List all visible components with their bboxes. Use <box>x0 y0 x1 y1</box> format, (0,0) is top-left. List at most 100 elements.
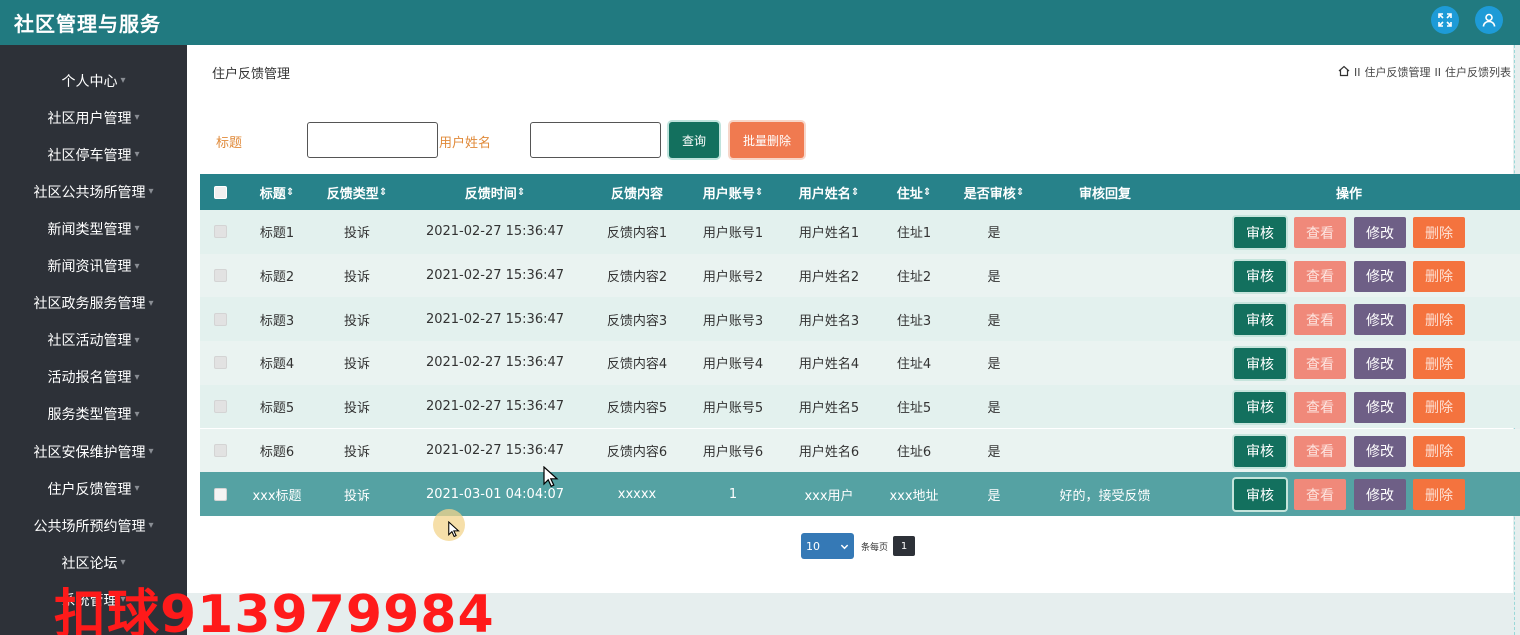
edit-button[interactable]: 修改 <box>1354 435 1406 467</box>
row-checkbox[interactable] <box>200 297 240 341</box>
page-number-current[interactable]: 1 <box>893 536 916 556</box>
fullscreen-icon[interactable] <box>1431 6 1459 34</box>
cell-user-name: 用户姓名5 <box>798 401 860 417</box>
header-user-account[interactable]: 用户账号 ⇕ <box>684 174 782 210</box>
review-button[interactable]: 审核 <box>1234 479 1286 511</box>
header-user-name[interactable]: 用户姓名 ⇕ <box>782 174 876 210</box>
table-row[interactable]: 标题4 投诉 2021-02-27 15:36:47 反馈内容4 用户账号4 用户姓名4 住… <box>200 341 1520 385</box>
delete-button[interactable]: 删除 <box>1413 217 1465 248</box>
home-icon[interactable] <box>1338 65 1350 80</box>
cell-title: 标题3 <box>259 313 295 329</box>
view-button[interactable]: 查看 <box>1294 304 1346 336</box>
sidebar-item-label: 社区安保维护管理 <box>33 444 146 461</box>
cell-feedback-content: 反馈内容3 <box>606 313 668 329</box>
header-address[interactable]: 住址 ⇕ <box>876 174 952 210</box>
delete-button[interactable]: 删除 <box>1413 260 1465 292</box>
cell-user-name: 用户姓名3 <box>798 313 860 329</box>
edit-button[interactable]: 修改 <box>1354 217 1406 248</box>
edit-button[interactable]: 修改 <box>1354 260 1406 292</box>
sidebar-item[interactable]: 公共场所预约管理 ▾ <box>0 507 187 544</box>
sidebar-item[interactable]: 社区安保维护管理 ▾ <box>0 433 187 470</box>
cell-feedback-type: 投诉 <box>343 488 370 504</box>
table-row[interactable]: 标题1 投诉 2021-02-27 15:36:47 反馈内容1 用户账号1 用户姓名1 住… <box>200 210 1520 254</box>
row-checkbox[interactable] <box>200 385 240 429</box>
header-feedback-time[interactable]: 反馈时间 ⇕ <box>400 174 590 210</box>
edit-button[interactable]: 修改 <box>1354 391 1406 423</box>
sidebar-item[interactable]: 新闻资讯管理 ▾ <box>0 248 187 285</box>
cell-user-account: 用户账号2 <box>702 270 764 286</box>
sidebar-item[interactable]: 服务类型管理 ▾ <box>0 396 187 433</box>
edit-button[interactable]: 修改 <box>1354 304 1406 336</box>
cell-review-reply <box>1036 254 1174 298</box>
row-checkbox[interactable] <box>200 472 240 516</box>
sidebar-item[interactable]: 社区政务服务管理 ▾ <box>0 285 187 322</box>
row-checkbox[interactable] <box>200 341 240 385</box>
cell-review-reply <box>1036 429 1174 473</box>
row-checkbox[interactable] <box>200 210 240 254</box>
cell-feedback-content: 反馈内容6 <box>606 444 668 460</box>
sidebar-item-label: 社区论坛 <box>61 555 118 572</box>
view-button[interactable]: 查看 <box>1294 479 1346 511</box>
row-checkbox[interactable] <box>200 429 240 473</box>
username-input[interactable] <box>530 122 661 158</box>
sidebar-item-label: 社区活动管理 <box>47 333 132 350</box>
sidebar-item[interactable]: 住户反馈管理 ▾ <box>0 470 187 507</box>
sidebar-item-label: 新闻资讯管理 <box>47 259 132 275</box>
sidebar-item[interactable]: 新闻类型管理 ▾ <box>0 210 187 247</box>
breadcrumb: II 住户反馈管理 II 住户反馈列表 <box>1338 64 1511 80</box>
sidebar-item[interactable]: 社区停车管理 ▾ <box>0 136 187 173</box>
cell-feedback-time: 2021-02-27 15:36:47 <box>425 355 565 371</box>
caret-down-icon: ▾ <box>120 557 126 569</box>
edit-button[interactable]: 修改 <box>1354 348 1406 380</box>
cell-address: 住址5 <box>896 401 932 417</box>
cell-user-name: 用户姓名1 <box>798 226 860 242</box>
review-button[interactable]: 审核 <box>1234 435 1286 467</box>
table-row[interactable]: 标题3 投诉 2021-02-27 15:36:47 反馈内容3 用户账号3 用户姓名3 住… <box>200 297 1520 342</box>
sidebar-item[interactable]: 社区活动管理 ▾ <box>0 322 187 359</box>
view-button[interactable]: 查看 <box>1294 348 1346 380</box>
title-input[interactable] <box>307 122 438 158</box>
view-button[interactable]: 查看 <box>1294 391 1346 423</box>
review-button[interactable]: 审核 <box>1234 348 1286 380</box>
delete-button[interactable]: 删除 <box>1413 304 1465 336</box>
review-button[interactable]: 审核 <box>1234 304 1286 336</box>
page-size-select[interactable]: 10 <box>801 533 854 559</box>
select-all-checkbox[interactable] <box>200 174 240 210</box>
caret-down-icon: ▾ <box>148 297 154 309</box>
cell-reviewed: 是 <box>987 488 1001 504</box>
sidebar-item[interactable]: 个人中心 ▾ <box>0 62 187 99</box>
delete-button[interactable]: 删除 <box>1413 391 1465 423</box>
header-feedback-type[interactable]: 反馈类型 ⇕ <box>314 174 400 210</box>
row-checkbox[interactable] <box>200 254 240 298</box>
delete-button[interactable]: 删除 <box>1413 348 1465 380</box>
sidebar-item[interactable]: 社区用户管理 ▾ <box>0 99 187 136</box>
sidebar-item-label: 社区公共场所管理 <box>33 184 146 201</box>
review-button[interactable]: 审核 <box>1234 260 1286 292</box>
breadcrumb-item[interactable]: 住户反馈管理 <box>1365 64 1431 80</box>
sidebar-item[interactable]: 社区论坛 ▾ <box>0 544 187 581</box>
view-button[interactable]: 查看 <box>1294 435 1346 467</box>
cell-feedback-type: 投诉 <box>343 357 370 373</box>
header-title[interactable]: 标题 ⇕ <box>240 174 314 210</box>
cell-feedback-time: 2021-02-27 15:36:47 <box>425 224 565 240</box>
delete-button[interactable]: 删除 <box>1413 435 1465 467</box>
user-icon[interactable] <box>1475 6 1503 34</box>
review-button[interactable]: 审核 <box>1234 217 1286 248</box>
cell-feedback-type: 投诉 <box>343 401 370 417</box>
header-reviewed[interactable]: 是否审核 ⇕ <box>952 174 1036 210</box>
edit-button[interactable]: 修改 <box>1354 479 1406 511</box>
table-row[interactable]: 标题6 投诉 2021-02-27 15:36:47 反馈内容6 用户账号6 用户姓名6 住… <box>200 428 1520 473</box>
delete-button[interactable]: 删除 <box>1413 479 1465 511</box>
caret-down-icon: ▾ <box>134 371 140 383</box>
batch-delete-button[interactable]: 批量删除 <box>730 122 804 158</box>
sidebar-item[interactable]: 社区公共场所管理 ▾ <box>0 173 187 210</box>
table-row[interactable]: xxx标题 投诉 2021-03-01 04:04:07 xxxxx 1 xxx用户 xxx… <box>200 472 1520 516</box>
query-button[interactable]: 查询 <box>669 122 719 158</box>
sidebar-item[interactable]: 活动报名管理 ▾ <box>0 359 187 396</box>
page-title: 住户反馈管理 <box>212 67 291 82</box>
view-button[interactable]: 查看 <box>1294 260 1346 292</box>
table-row[interactable]: 标题2 投诉 2021-02-27 15:36:47 反馈内容2 用户账号2 用户姓名2 住… <box>200 253 1520 298</box>
review-button[interactable]: 审核 <box>1234 391 1286 423</box>
view-button[interactable]: 查看 <box>1294 217 1346 248</box>
table-row[interactable]: 标题5 投诉 2021-02-27 15:36:47 反馈内容5 用户账号5 用户姓名5 住… <box>200 384 1520 429</box>
